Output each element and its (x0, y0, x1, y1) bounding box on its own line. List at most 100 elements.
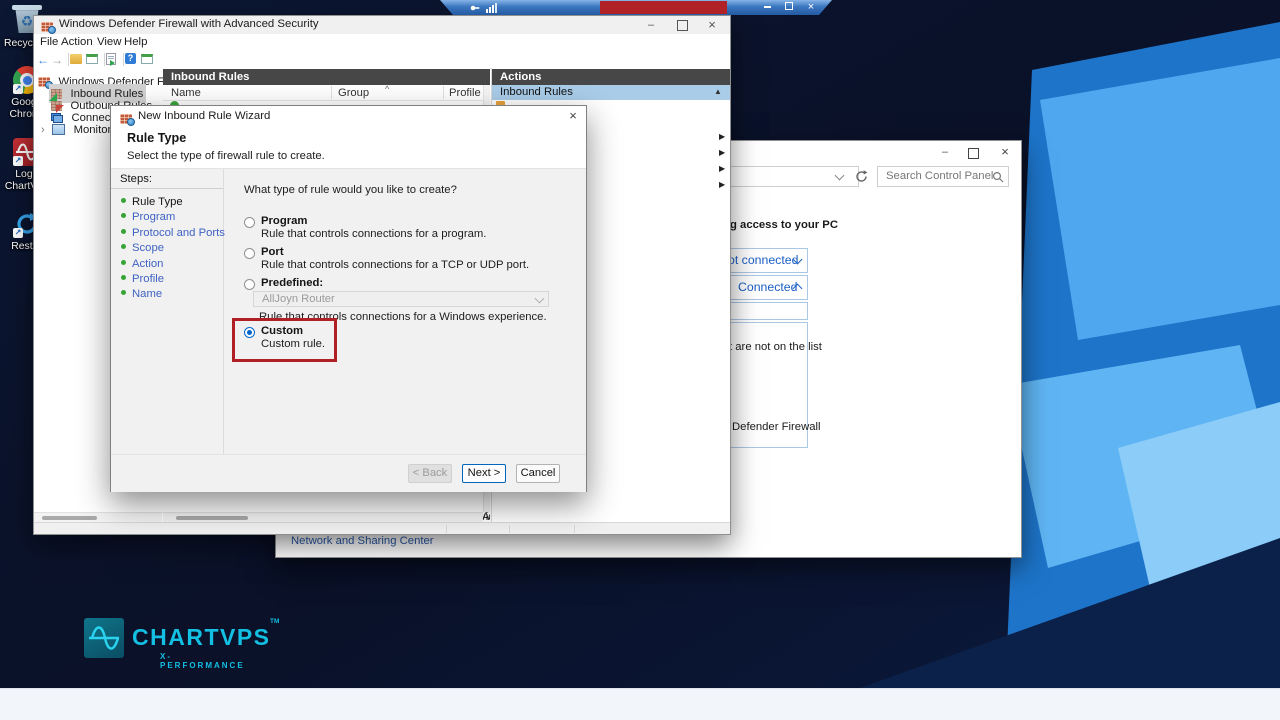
wizard-steps-pane: Steps: Rule Type Program Protocol and Po… (111, 169, 225, 455)
wizard-step-program[interactable]: Program (111, 208, 223, 223)
rdp-minimize-button[interactable] (758, 2, 776, 13)
chartvps-logo-tagline: X-PERFORMANCE (160, 652, 245, 670)
cp-network-sharing-link[interactable]: Network and Sharing Center (291, 535, 434, 547)
list-column-headers: Name Group ^ Profile (163, 84, 488, 101)
annotation-custom-highlight (232, 318, 337, 362)
show-action-pane-icon[interactable] (141, 54, 153, 64)
rdp-restore-button[interactable] (780, 2, 798, 13)
collapse-icon[interactable]: ▲ (714, 87, 722, 96)
wizard-step-profile[interactable]: Profile (111, 270, 223, 285)
column-name[interactable]: Name (171, 87, 201, 99)
fw-minimize-button[interactable]: – (638, 17, 664, 33)
option-program-label: Program (261, 215, 308, 227)
new-inbound-rule-wizard: New Inbound Rule Wizard × Rule Type Sele… (110, 105, 587, 492)
sort-indicator-icon: ^ (385, 84, 390, 94)
wizard-buttonbar: < Back Next > Cancel (111, 454, 586, 492)
chartvps-logo-icon (84, 618, 124, 658)
rdp-close-button[interactable]: × (802, 2, 820, 13)
forward-icon[interactable]: → (51, 53, 63, 67)
help-icon[interactable]: ? (125, 53, 136, 64)
menu-view[interactable]: View (97, 36, 121, 48)
step-bullet-icon (121, 198, 126, 203)
console-tree-icon[interactable] (70, 54, 82, 64)
wizard-app-icon (120, 114, 135, 126)
search-icon (992, 171, 1004, 183)
actions-selected-item[interactable]: Inbound Rules ▲ (492, 85, 730, 100)
wizard-step-name[interactable]: Name (111, 285, 223, 300)
wizard-close-button[interactable]: × (563, 108, 583, 124)
menu-action[interactable]: Action (61, 36, 93, 48)
cp-search-box[interactable]: Search Control Panel (877, 166, 1009, 187)
option-port-desc: Rule that controls connections for a TCP… (261, 259, 530, 271)
cp-defender-firewall-fragment: Defender Firewall (732, 421, 821, 433)
chartvps-logo-text: CHARTVPS (132, 624, 271, 650)
fw-close-button[interactable]: × (699, 17, 725, 33)
actions-panel-header: Actions (492, 69, 730, 85)
fw-titlebar: Windows Defender Firewall with Advanced … (34, 16, 730, 34)
submenu-arrow-icon[interactable]: ▶ (719, 180, 725, 189)
cancel-button[interactable]: Cancel (516, 464, 560, 483)
predefined-combobox[interactable]: AllJoyn Router (253, 291, 549, 307)
cp-search-placeholder: Search Control Panel (886, 170, 994, 182)
cp-refresh-button[interactable] (854, 169, 870, 185)
combobox-chevron-icon (534, 293, 545, 304)
wizard-step-action[interactable]: Action (111, 255, 223, 270)
option-port-label: Port (261, 246, 284, 258)
list-panel-header: Inbound Rules (163, 69, 490, 85)
submenu-arrow-icon[interactable]: ▶ (719, 132, 725, 141)
export-list-icon[interactable] (106, 53, 116, 66)
cp-not-connected-label: ot connected (728, 253, 799, 267)
address-dropdown-chevron-icon[interactable] (834, 170, 845, 181)
pin-icon[interactable] (470, 3, 480, 13)
window-panel-icon[interactable] (86, 54, 98, 64)
fw-toolbar: ← → ? (34, 51, 730, 69)
wizard-title: New Inbound Rule Wizard (138, 110, 271, 122)
list-hscrollbar[interactable] (163, 512, 483, 522)
expander-icon[interactable]: › (41, 124, 45, 136)
actions-selected-label: Inbound Rules (500, 86, 573, 98)
cp-minimize-button[interactable]: – (932, 144, 958, 160)
cp-connected-label: Connected (738, 280, 798, 294)
step-bullet-icon (121, 274, 126, 280)
cp-heading-fragment: g access to your PC (730, 219, 838, 231)
next-button[interactable]: Next > (462, 464, 506, 483)
radio-predefined[interactable] (244, 279, 255, 290)
cp-close-button[interactable]: × (992, 144, 1018, 160)
fw-menubar: File Action View Help (34, 34, 730, 52)
scrollbar-thumb[interactable] (42, 516, 97, 520)
radio-program[interactable] (244, 217, 255, 228)
cell-rule-profile: All (482, 511, 490, 522)
steps-label: Steps: (111, 169, 223, 189)
menu-file[interactable]: File (40, 36, 58, 48)
column-divider[interactable] (443, 86, 444, 99)
submenu-arrow-icon[interactable]: ▶ (719, 148, 725, 157)
back-icon[interactable]: ← (37, 53, 49, 67)
wizard-subheading: Select the type of firewall rule to crea… (127, 150, 325, 162)
wizard-titlebar: New Inbound Rule Wizard × (111, 106, 586, 126)
menu-help[interactable]: Help (124, 36, 147, 48)
toolbar-separator (68, 53, 69, 66)
shortcut-arrow-icon: ↗ (13, 228, 23, 238)
toolbar-separator (104, 53, 105, 66)
fw-maximize-button[interactable] (677, 20, 688, 31)
step-bullet-icon (121, 244, 126, 250)
option-predefined-label: Predefined: (261, 277, 324, 289)
toolbar-separator (123, 53, 124, 66)
cp-maximize-button[interactable] (968, 148, 979, 159)
submenu-arrow-icon[interactable]: ▶ (719, 164, 725, 173)
option-program-desc: Rule that controls connections for a pro… (261, 228, 487, 240)
combobox-value: AllJoyn Router (262, 293, 335, 305)
scrollbar-thumb[interactable] (176, 516, 248, 520)
column-group[interactable]: Group (338, 87, 369, 99)
radio-port[interactable] (244, 248, 255, 259)
wizard-step-scope[interactable]: Scope (111, 239, 223, 254)
back-button[interactable]: < Back (408, 464, 452, 483)
wizard-step-protocol-ports[interactable]: Protocol and Ports (111, 224, 225, 239)
column-divider[interactable] (331, 86, 332, 99)
column-profile[interactable]: Profile (449, 87, 481, 99)
wizard-step-rule-type[interactable]: Rule Type (111, 193, 223, 208)
tree-hscrollbar[interactable] (34, 512, 162, 522)
fw-statusbar (34, 522, 730, 534)
desktop-screen: ♻ Recycle Bin ↗ Google Chrome ↗ Login Ch… (0, 0, 1280, 720)
chartvps-logo-tm: TM (270, 618, 280, 625)
